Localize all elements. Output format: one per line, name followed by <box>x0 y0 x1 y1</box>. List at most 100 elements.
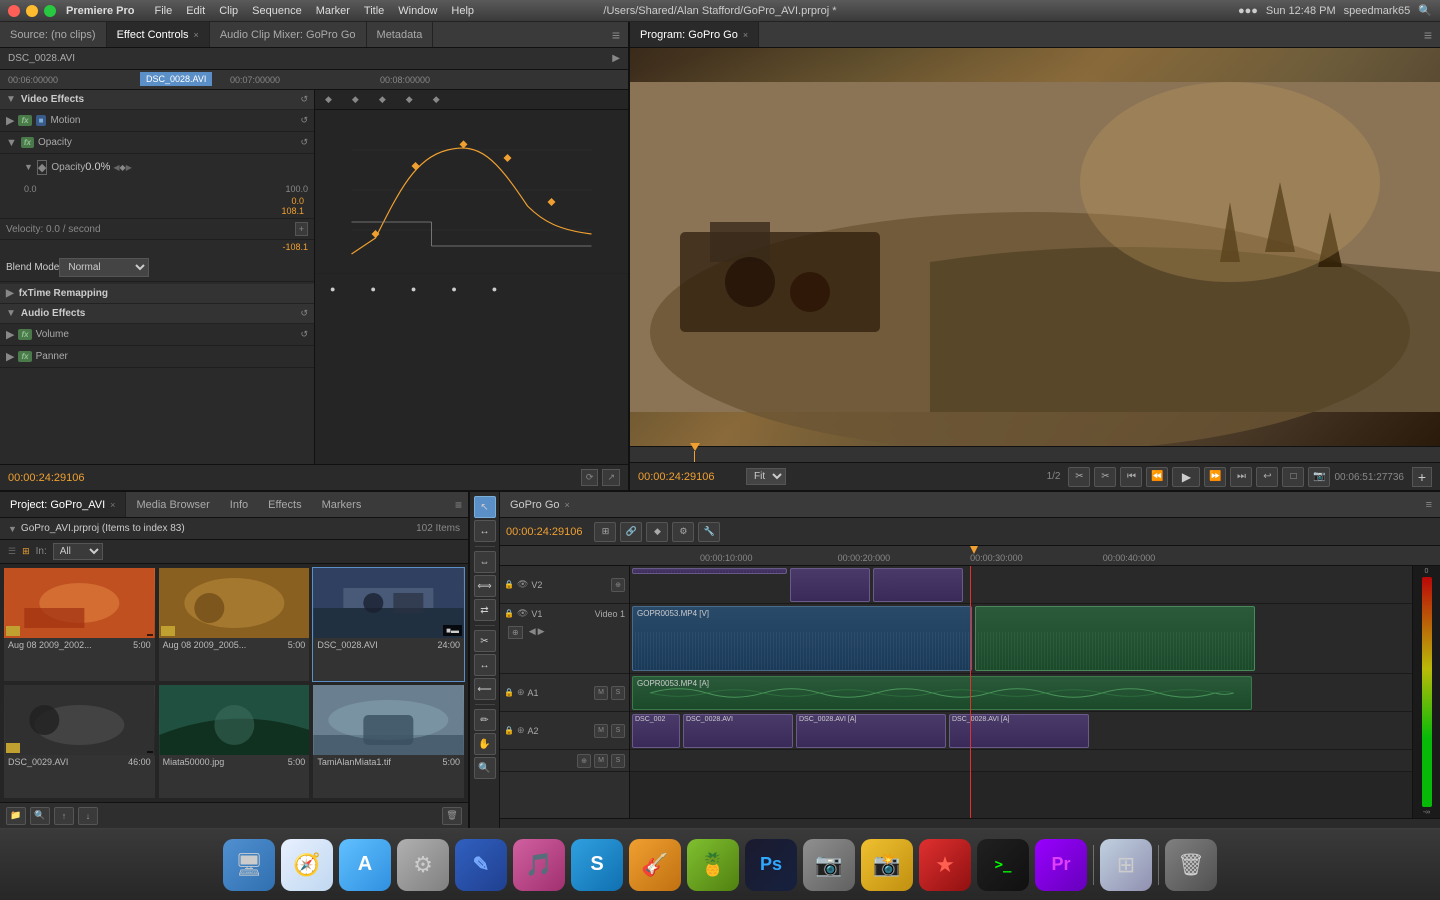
clear-button[interactable]: 🗑 <box>442 807 462 825</box>
v1-sync-btn[interactable]: ⊕ <box>508 626 523 639</box>
export-frame-button[interactable]: 📷 <box>1308 467 1330 487</box>
menu-bar[interactable]: File Edit Clip Sequence Marker Title Win… <box>154 5 474 17</box>
motion-expand[interactable]: ▶ <box>6 114 14 127</box>
a1-mute[interactable]: M <box>594 686 608 700</box>
media-item-4[interactable]: DSC_0029.AVI 46:00 <box>4 685 155 798</box>
velocity-add-btn[interactable]: + <box>295 222 308 236</box>
a1-lock[interactable]: 🔒 <box>504 688 514 697</box>
dock-appstore[interactable]: A <box>339 839 391 891</box>
audio-effects-toggle[interactable]: ▼ <box>6 308 16 319</box>
rate-stretch-tool[interactable]: ⇄ <box>474 599 496 621</box>
timeline-tab-close[interactable]: × <box>565 500 570 510</box>
rolling-edit-tool[interactable]: ⟺ <box>474 575 496 597</box>
mark-in-button[interactable]: ✂ <box>1068 467 1090 487</box>
motion-reset[interactable]: ↺ <box>300 115 308 126</box>
dock-xcode[interactable]: ✎ <box>455 839 507 891</box>
fit-dropdown[interactable]: Fit <box>746 468 786 485</box>
menu-clip[interactable]: Clip <box>219 5 238 17</box>
a2-clip-3[interactable]: DSC_0028.AVI [A] <box>796 714 946 748</box>
v2-clip-2[interactable] <box>790 568 870 602</box>
ec-export-btn[interactable]: ↗ <box>602 469 620 486</box>
a2-sync[interactable]: ⊕ <box>517 725 525 736</box>
v1-lock[interactable]: 🔒 <box>504 609 514 618</box>
step-back-button[interactable]: ⏪ <box>1146 467 1168 487</box>
new-item-button[interactable]: 🔍 <box>30 807 50 825</box>
volume-row[interactable]: ▶ fx Volume ↺ <box>0 324 314 346</box>
step-forward-button[interactable]: ⏩ <box>1204 467 1226 487</box>
window-controls[interactable] <box>8 5 56 17</box>
menu-sequence[interactable]: Sequence <box>252 5 302 17</box>
a2-mute[interactable]: M <box>594 724 608 738</box>
motion-effect-row[interactable]: ▶ fx ■ Motion ↺ <box>0 110 314 132</box>
menu-help[interactable]: Help <box>451 5 474 17</box>
ec-bottom-controls[interactable]: ⟳ ↗ <box>581 469 620 486</box>
opacity-nav-right[interactable]: ▶ <box>126 163 132 172</box>
v1-clip-gopr[interactable]: GOPR0053.MP4 [V] <box>632 606 972 671</box>
media-item-6[interactable]: TamiAlanMiata1.tif 5:00 <box>313 685 464 798</box>
safe-margins-button[interactable]: □ <box>1282 467 1304 487</box>
dock-pineapple[interactable]: 🍍 <box>687 839 739 891</box>
volume-reset[interactable]: ↺ <box>300 329 308 340</box>
v1-eye-icon[interactable]: 👁 <box>517 608 528 619</box>
zoom-tool[interactable]: 🔍 <box>474 757 496 779</box>
a2-solo[interactable]: S <box>611 724 625 738</box>
pen-tool[interactable]: ✏ <box>474 709 496 731</box>
close-button[interactable] <box>8 5 20 17</box>
menu-window[interactable]: Window <box>398 5 437 17</box>
loop-button[interactable]: ↩ <box>1256 467 1278 487</box>
list-view-icon[interactable]: ☰ <box>8 546 16 557</box>
dock-launchpad[interactable]: ⊞ <box>1100 839 1152 891</box>
tl-wrench-btn[interactable]: 🔧 <box>698 522 720 542</box>
tab-media-browser[interactable]: Media Browser <box>126 492 219 517</box>
v2-clip-1[interactable] <box>632 568 787 574</box>
ec-loop-btn[interactable]: ⟳ <box>581 469 599 486</box>
dock-terminal[interactable]: >_ <box>977 839 1029 891</box>
play-button[interactable]: ▶ <box>1172 467 1200 487</box>
track-select-tool[interactable]: ↔ <box>474 520 496 542</box>
dock-photos[interactable]: 📸 <box>861 839 913 891</box>
tab-audio-clip-mixer[interactable]: Audio Clip Mixer: GoPro Go <box>210 22 367 47</box>
slip-tool[interactable]: ↔ <box>474 654 496 676</box>
v2-eye-icon[interactable]: 👁 <box>517 579 528 590</box>
dock-safari[interactable]: 🧭 <box>281 839 333 891</box>
tab-metadata[interactable]: Metadata <box>367 22 434 47</box>
v1-clip-secondary[interactable] <box>975 606 1255 671</box>
v2-sync-btn[interactable]: ⊕ <box>611 578 625 592</box>
tl-nest-btn[interactable]: ⊞ <box>594 522 616 542</box>
tab-timeline[interactable]: GoPro Go × <box>500 492 580 517</box>
media-item-2[interactable]: Aug 08 2009_2005... 5:00 <box>159 568 310 681</box>
master-solo[interactable]: S <box>611 754 625 768</box>
in-filter-dropdown[interactable]: All <box>53 543 103 560</box>
panel-menu-button[interactable]: ≡ <box>604 27 628 43</box>
menu-edit[interactable]: Edit <box>186 5 205 17</box>
hand-tool[interactable]: ✋ <box>474 733 496 755</box>
program-monitor-close[interactable]: × <box>743 30 748 40</box>
video-effects-reset[interactable]: ↺ <box>300 94 308 105</box>
panner-expand[interactable]: ▶ <box>6 350 14 363</box>
search-button[interactable]: ↑ <box>54 807 74 825</box>
source-arrow[interactable]: ▶ <box>612 53 620 64</box>
opacity-section-header[interactable]: ▼ fx Opacity ↺ <box>0 132 314 154</box>
dock-redgiant[interactable]: ★ <box>919 839 971 891</box>
opacity-reset[interactable]: ↺ <box>300 137 308 148</box>
maximize-button[interactable] <box>44 5 56 17</box>
slide-tool[interactable]: ⟵ <box>474 678 496 700</box>
select-tool[interactable]: ↖ <box>474 496 496 518</box>
video-effects-toggle[interactable]: ▼ <box>6 94 16 105</box>
auto-match-button[interactable]: ↓ <box>78 807 98 825</box>
timeline-h-scrollbar[interactable] <box>500 818 1440 828</box>
volume-expand[interactable]: ▶ <box>6 328 14 341</box>
master-sync[interactable]: ⊕ <box>577 754 591 768</box>
opacity-expand[interactable]: ▼ <box>6 137 17 149</box>
go-to-out-button[interactable]: ⏭ <box>1230 467 1252 487</box>
media-item-3[interactable]: ■▬ DSC_0028.AVI 24:00 <box>313 568 464 681</box>
menu-file[interactable]: File <box>154 5 172 17</box>
tab-effect-controls[interactable]: Effect Controls × <box>107 22 210 47</box>
dock-photoshop[interactable]: Ps <box>745 839 797 891</box>
mark-out-button[interactable]: ✂ <box>1094 467 1116 487</box>
razor-tool[interactable]: ✂ <box>474 630 496 652</box>
tab-project[interactable]: Project: GoPro_AVI × <box>0 492 126 517</box>
media-item-5[interactable]: Miata50000.jpg 5:00 <box>159 685 310 798</box>
new-bin-button[interactable]: 📁 <box>6 807 26 825</box>
timeline-menu-btn[interactable]: ≡ <box>1418 499 1440 511</box>
